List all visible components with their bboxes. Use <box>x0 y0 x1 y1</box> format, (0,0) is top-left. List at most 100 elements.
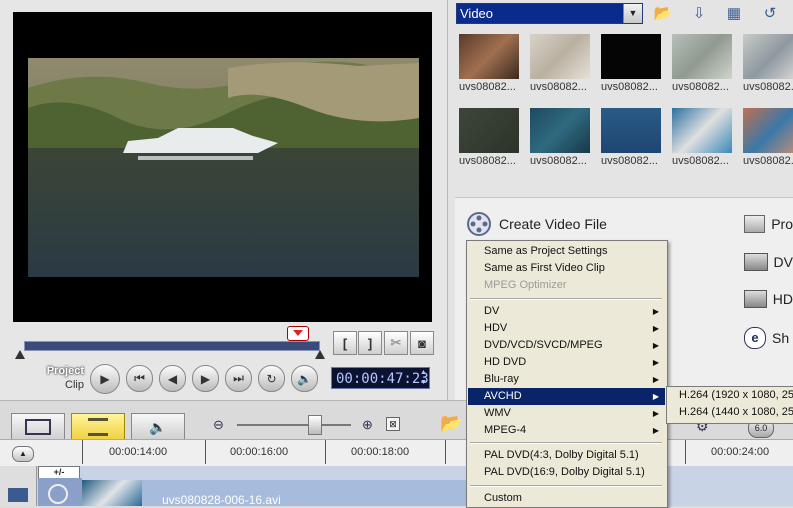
next-frame-button[interactable]: ▶ <box>192 365 219 392</box>
library-thumbnail[interactable]: uvs08082... <box>743 34 793 93</box>
dv-recording-button[interactable]: DV <box>744 251 793 273</box>
library-dropdown[interactable]: Video ▼ <box>456 3 643 24</box>
thumbnail-image <box>672 34 732 79</box>
timeline-clip[interactable]: uvs080828-006-16.avi <box>142 480 502 507</box>
avchd-submenu: H.264 (1920 x 1080, 25 H.264 (1440 x 108… <box>666 386 793 424</box>
thumbnail-image <box>672 108 732 153</box>
submenu-item-label: H.264 (1920 x 1080, 25 <box>679 389 793 401</box>
create-video-file-button[interactable]: Create Video File <box>466 211 626 237</box>
hdv-recording-button[interactable]: HD <box>744 288 793 310</box>
track-zoom-label: +/- <box>53 467 65 477</box>
view-options-button[interactable]: ▦ <box>722 2 746 24</box>
share-online-button[interactable]: e Sh <box>744 327 793 349</box>
refresh-button[interactable]: ↺ <box>758 2 782 24</box>
thumbnail-label: uvs08082... <box>672 155 729 167</box>
scrub-bar[interactable] <box>24 341 320 351</box>
repeat-icon: ↻ <box>266 371 277 386</box>
library-thumbnail[interactable]: uvs08082... <box>672 108 732 167</box>
submenu-item-h264-1440[interactable]: H.264 (1440 x 1080, 25 <box>679 406 793 418</box>
menu-item-dvd-vcd-svcd-mpeg[interactable]: DVD/VCD/SVCD/MPEG ▶ <box>468 337 665 354</box>
library-thumbnail[interactable]: uvs08082... <box>530 108 590 167</box>
library-thumbnail[interactable]: uvs08082... <box>530 34 590 93</box>
menu-item-mpeg-optimizer: MPEG Optimizer <box>468 277 665 294</box>
thumbnail-image <box>601 34 661 79</box>
library-thumbnail[interactable]: uvs08082... <box>743 108 793 167</box>
menu-separator <box>470 298 662 300</box>
submenu-arrow-icon: ▶ <box>652 426 659 435</box>
library-dropdown-value: Video <box>457 4 623 23</box>
import-folder-button[interactable]: 📂 <box>651 2 675 24</box>
play-button[interactable]: ▶ <box>90 364 120 394</box>
refresh-icon: ↺ <box>763 5 777 22</box>
submenu-arrow-icon: ▶ <box>652 375 659 384</box>
thumbnail-label: uvs08082... <box>601 155 658 167</box>
menu-item-blu-ray[interactable]: Blu-ray ▶ <box>468 371 665 388</box>
menu-separator <box>470 485 662 487</box>
zoom-out-icon[interactable]: ⊖ <box>213 417 224 433</box>
menu-item-pal-dvd-16-9[interactable]: PAL DVD(16:9, Dolby Digital 5.1) <box>468 464 665 481</box>
menu-item-wmv[interactable]: WMV ▶ <box>468 405 665 422</box>
menu-item-label: Same as First Video Clip <box>484 262 605 274</box>
fit-project-button[interactable]: ⊠ <box>386 417 400 431</box>
insert-media-folder-icon[interactable]: 📂 <box>440 413 462 434</box>
zoom-in-icon[interactable]: ⊕ <box>362 417 373 433</box>
zoom-slider-track[interactable] <box>237 424 351 426</box>
timecode-spinner[interactable]: ▲ ▼ <box>418 368 429 388</box>
home-button[interactable]: ⏮ <box>126 365 153 392</box>
end-button[interactable]: ⏭ <box>225 365 252 392</box>
menu-item-dv[interactable]: DV ▶ <box>468 303 665 320</box>
split-clip-button[interactable]: ✂ <box>384 331 408 355</box>
timeline-icon <box>88 418 108 436</box>
volume-button[interactable]: 🔈 <box>291 365 318 392</box>
trim-end-handle[interactable] <box>315 350 325 359</box>
timecode-value: 00:00:47:23 <box>336 371 429 387</box>
submenu-arrow-icon: ▶ <box>652 409 659 418</box>
speaker-icon: 🔈 <box>297 371 312 386</box>
skip-start-icon: ⏮ <box>134 371 145 385</box>
play-mode-toggle[interactable]: Project Clip <box>38 364 84 392</box>
library-thumbnail[interactable]: uvs08082... <box>672 34 732 93</box>
zoom-slider-thumb[interactable] <box>308 415 322 435</box>
menu-item-avchd[interactable]: AVCHD ▶ <box>468 388 665 405</box>
menu-item-label: MPEG Optimizer <box>484 279 567 291</box>
submenu-item-h264-1920[interactable]: H.264 (1920 x 1080, 25 <box>679 389 793 401</box>
chevron-down-icon[interactable]: ▼ <box>623 4 642 23</box>
library-thumbnail[interactable]: uvs08082... <box>459 34 519 93</box>
library-thumbnail[interactable]: uvs08082... <box>601 34 661 93</box>
menu-item-label: MPEG-4 <box>484 424 527 436</box>
create-video-file-label: Create Video File <box>499 216 607 232</box>
menu-item-custom[interactable]: Custom <box>468 490 665 507</box>
trim-start-handle[interactable] <box>15 350 25 359</box>
menu-item-hdv[interactable]: HDV ▶ <box>468 320 665 337</box>
menu-item-label: Custom <box>484 492 522 504</box>
thumbnail-label: uvs08082... <box>459 81 516 93</box>
thumbnail-label: uvs08082... <box>672 81 729 93</box>
timeline-view-button[interactable] <box>71 413 125 441</box>
menu-separator <box>470 442 662 444</box>
collapse-tracks-button[interactable]: ▲ <box>12 446 34 462</box>
menu-item-same-as-project[interactable]: Same as Project Settings <box>468 243 665 260</box>
library-thumbnail[interactable]: uvs08082... <box>601 108 661 167</box>
enlarge-preview-button[interactable]: ◙ <box>410 331 434 355</box>
video-frame-image <box>28 58 419 277</box>
thumbnail-image <box>459 34 519 79</box>
trim-marker-handle[interactable] <box>287 326 309 341</box>
library-thumbnail[interactable]: uvs08082... <box>459 108 519 167</box>
timecode-field[interactable]: 00:00:47:23 <box>331 367 430 389</box>
clip-name: uvs080828-006-16.avi <box>162 493 281 507</box>
project-playback-button[interactable]: Pro <box>744 213 793 235</box>
storyboard-view-button[interactable] <box>11 413 65 441</box>
sort-button[interactable]: ⇩ <box>687 2 711 24</box>
thumbnail-label: uvs08082... <box>530 81 587 93</box>
mark-in-button[interactable]: [ <box>333 331 357 355</box>
menu-item-same-as-first-clip[interactable]: Same as First Video Clip <box>468 260 665 277</box>
menu-item-hd-dvd[interactable]: HD DVD ▶ <box>468 354 665 371</box>
previous-frame-button[interactable]: ◀ <box>159 365 186 392</box>
menu-item-label: Blu-ray <box>484 373 519 385</box>
menu-item-pal-dvd-4-3[interactable]: PAL DVD(4:3, Dolby Digital 5.1) <box>468 447 665 464</box>
menu-item-label: PAL DVD(16:9, Dolby Digital 5.1) <box>484 466 645 478</box>
audio-view-button[interactable]: 🔈 <box>131 413 185 441</box>
menu-item-mpeg4[interactable]: MPEG-4 ▶ <box>468 422 665 439</box>
mark-out-button[interactable]: ] <box>358 331 382 355</box>
repeat-button[interactable]: ↻ <box>258 365 285 392</box>
